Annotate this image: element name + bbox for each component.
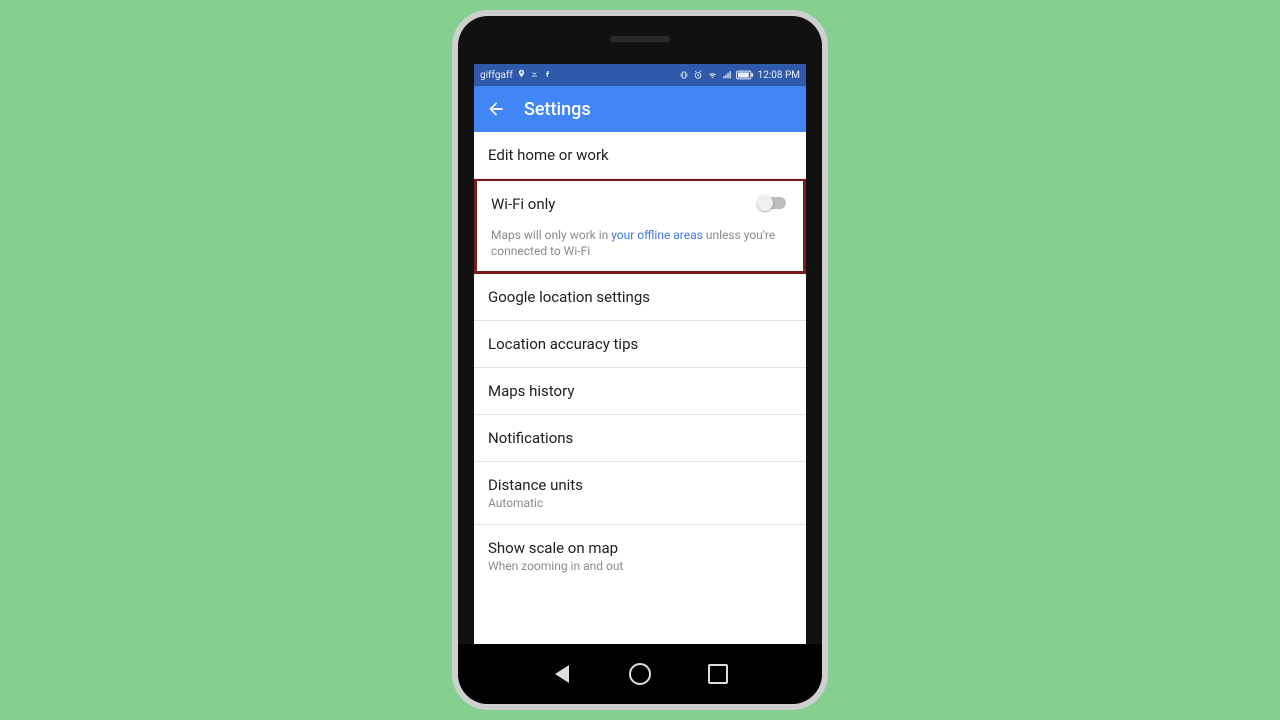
wifi-only-description: Maps will only work in your offline area… xyxy=(491,227,789,259)
alarm-icon xyxy=(693,70,703,80)
row-edit-home-work[interactable]: Edit home or work xyxy=(474,132,806,179)
app-bar: Settings xyxy=(474,86,806,132)
status-bar: giffgaff xyxy=(474,64,806,86)
row-label: Google location settings xyxy=(488,288,650,306)
row-sublabel: Automatic xyxy=(488,496,792,510)
screen: giffgaff xyxy=(474,64,806,644)
phone-frame: giffgaff xyxy=(452,10,828,710)
carrier-label: giffgaff xyxy=(480,70,513,81)
vibrate-icon xyxy=(679,70,689,80)
stage: giffgaff xyxy=(0,0,1280,720)
row-label: Distance units xyxy=(488,476,792,494)
row-show-scale[interactable]: Show scale on map When zooming in and ou… xyxy=(474,525,806,587)
settings-list: Edit home or work Wi-Fi only Maps will o… xyxy=(474,132,806,587)
phone-body: giffgaff xyxy=(458,16,822,704)
row-maps-history[interactable]: Maps history xyxy=(474,368,806,415)
row-label: Show scale on map xyxy=(488,539,792,557)
battery-icon xyxy=(736,70,754,80)
offline-areas-link[interactable]: your offline areas xyxy=(611,228,703,242)
wifi-only-toggle[interactable] xyxy=(757,195,789,211)
nav-home-button[interactable] xyxy=(629,663,651,685)
signal-icon xyxy=(722,70,732,80)
android-nav-bar xyxy=(458,644,822,704)
row-label: Wi-Fi only xyxy=(491,195,789,213)
clock-label: 12:08 PM xyxy=(758,70,800,81)
location-icon xyxy=(517,69,526,81)
back-button[interactable] xyxy=(486,99,506,119)
row-distance-units[interactable]: Distance units Automatic xyxy=(474,462,806,525)
download-icon xyxy=(530,69,539,81)
row-label: Location accuracy tips xyxy=(488,335,638,353)
highlight-wifi-only: Wi-Fi only Maps will only work in your o… xyxy=(474,178,806,274)
row-label: Edit home or work xyxy=(488,146,609,164)
nav-back-button[interactable] xyxy=(551,663,573,685)
row-sublabel: When zooming in and out xyxy=(488,559,792,573)
facebook-icon xyxy=(543,69,552,81)
toggle-thumb xyxy=(757,195,773,211)
row-notifications[interactable]: Notifications xyxy=(474,415,806,462)
desc-pre: Maps will only work in xyxy=(491,228,611,242)
row-google-location[interactable]: Google location settings xyxy=(474,274,806,321)
phone-speaker xyxy=(610,36,670,42)
row-label: Notifications xyxy=(488,429,573,447)
page-title: Settings xyxy=(524,99,591,120)
status-right: 12:08 PM xyxy=(679,70,800,81)
row-label: Maps history xyxy=(488,382,574,400)
wifi-icon xyxy=(707,70,718,80)
status-left: giffgaff xyxy=(480,69,552,81)
nav-recent-button[interactable] xyxy=(707,663,729,685)
row-location-accuracy[interactable]: Location accuracy tips xyxy=(474,321,806,368)
row-wifi-only[interactable]: Wi-Fi only Maps will only work in your o… xyxy=(477,181,803,271)
